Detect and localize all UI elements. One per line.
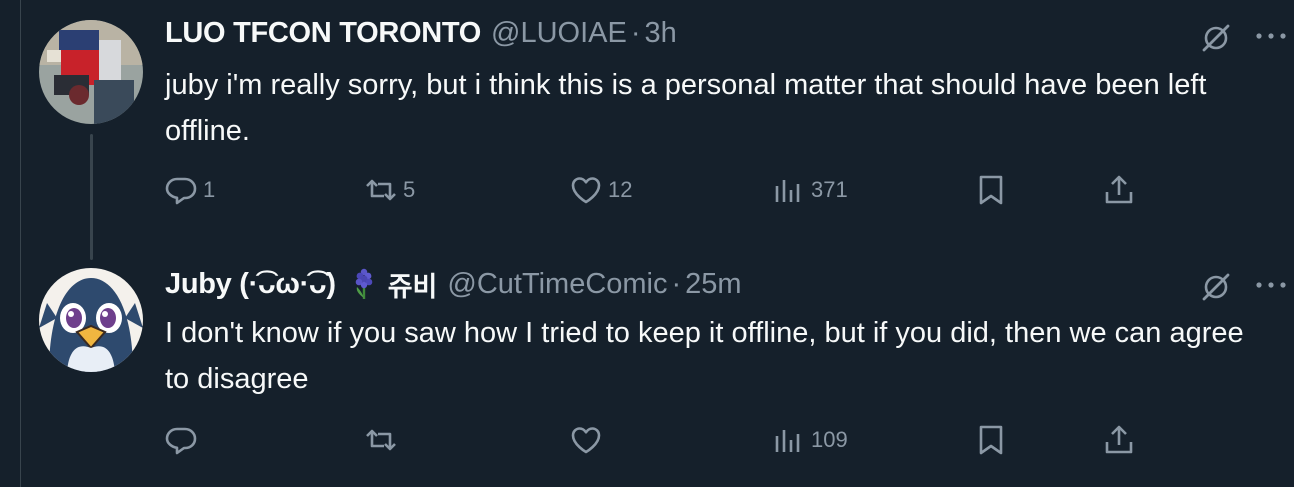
retweet-count: 5 [403, 177, 416, 202]
grok-icon[interactable] [1200, 22, 1232, 54]
reply-count: 1 [203, 177, 216, 202]
separator-dot: · [630, 16, 641, 49]
views-button[interactable]: 371 [771, 170, 848, 210]
timestamp[interactable]: 3h [645, 17, 677, 50]
tweet-text: juby i'm really sorry, but i think this … [165, 69, 1207, 147]
display-name-korean[interactable]: 쥬비 [388, 265, 438, 304]
tweet-top-actions [1194, 18, 1294, 58]
bookmark-icon [979, 175, 1003, 205]
views-icon [775, 180, 800, 202]
tweet-text: I don't know if you saw how I tried to k… [165, 317, 1244, 395]
grok-icon[interactable] [1200, 271, 1232, 303]
timestamp[interactable]: 25m [685, 268, 741, 301]
reply-icon [165, 427, 197, 455]
views-icon [775, 430, 800, 452]
like-icon [571, 177, 601, 204]
tweet-top-actions [1194, 267, 1294, 307]
reply-button[interactable] [163, 420, 203, 460]
tweet-actions: 109 [163, 420, 1163, 460]
bookmark-button[interactable] [973, 170, 1009, 210]
hyacinth-emoji [355, 268, 373, 299]
reply-icon [165, 177, 197, 205]
like-icon [571, 427, 601, 454]
tweet-header: Juby (·͡ᴗω·͡ᴗ) 쥬비 @CutTimeComic · 25m [165, 265, 742, 304]
tweet-actions: 1 5 12 371 [163, 170, 1163, 210]
bookmark-button[interactable] [973, 420, 1009, 460]
tweet[interactable]: LUO TFCON TORONTO @LUOIAE · 3h juby i'm … [0, 0, 1294, 245]
share-button[interactable] [1101, 420, 1137, 460]
view-count: 109 [811, 427, 848, 452]
view-count: 371 [811, 177, 848, 202]
retweet-button[interactable] [363, 420, 403, 460]
user-handle[interactable]: @LUOIAE [491, 17, 627, 50]
more-icon[interactable] [1254, 275, 1288, 295]
separator-dot: · [671, 267, 682, 300]
like-count: 12 [608, 177, 633, 202]
retweet-icon [366, 429, 396, 451]
like-button[interactable]: 12 [568, 170, 632, 210]
bookmark-icon [979, 425, 1003, 455]
avatar[interactable] [39, 268, 143, 372]
tweet[interactable]: Juby (·͡ᴗω·͡ᴗ) 쥬비 @CutTimeComic · 25m I … [0, 245, 1294, 487]
share-button[interactable] [1101, 170, 1137, 210]
more-icon[interactable] [1254, 26, 1288, 46]
tweet-header: LUO TFCON TORONTO @LUOIAE · 3h [165, 16, 677, 50]
display-name[interactable]: Juby (·͡ᴗω·͡ᴗ) [165, 268, 336, 301]
reply-button[interactable]: 1 [163, 170, 215, 210]
like-button[interactable] [568, 420, 608, 460]
retweet-button[interactable]: 5 [363, 170, 415, 210]
display-name[interactable]: LUO TFCON TORONTO [165, 17, 481, 50]
conversation-thread: LUO TFCON TORONTO @LUOIAE · 3h juby i'm … [0, 0, 1294, 487]
share-icon [1105, 175, 1133, 204]
share-icon [1105, 425, 1133, 454]
retweet-icon [366, 179, 396, 201]
views-button[interactable]: 109 [771, 420, 848, 460]
user-handle[interactable]: @CutTimeComic [447, 268, 667, 301]
avatar[interactable] [39, 20, 143, 124]
